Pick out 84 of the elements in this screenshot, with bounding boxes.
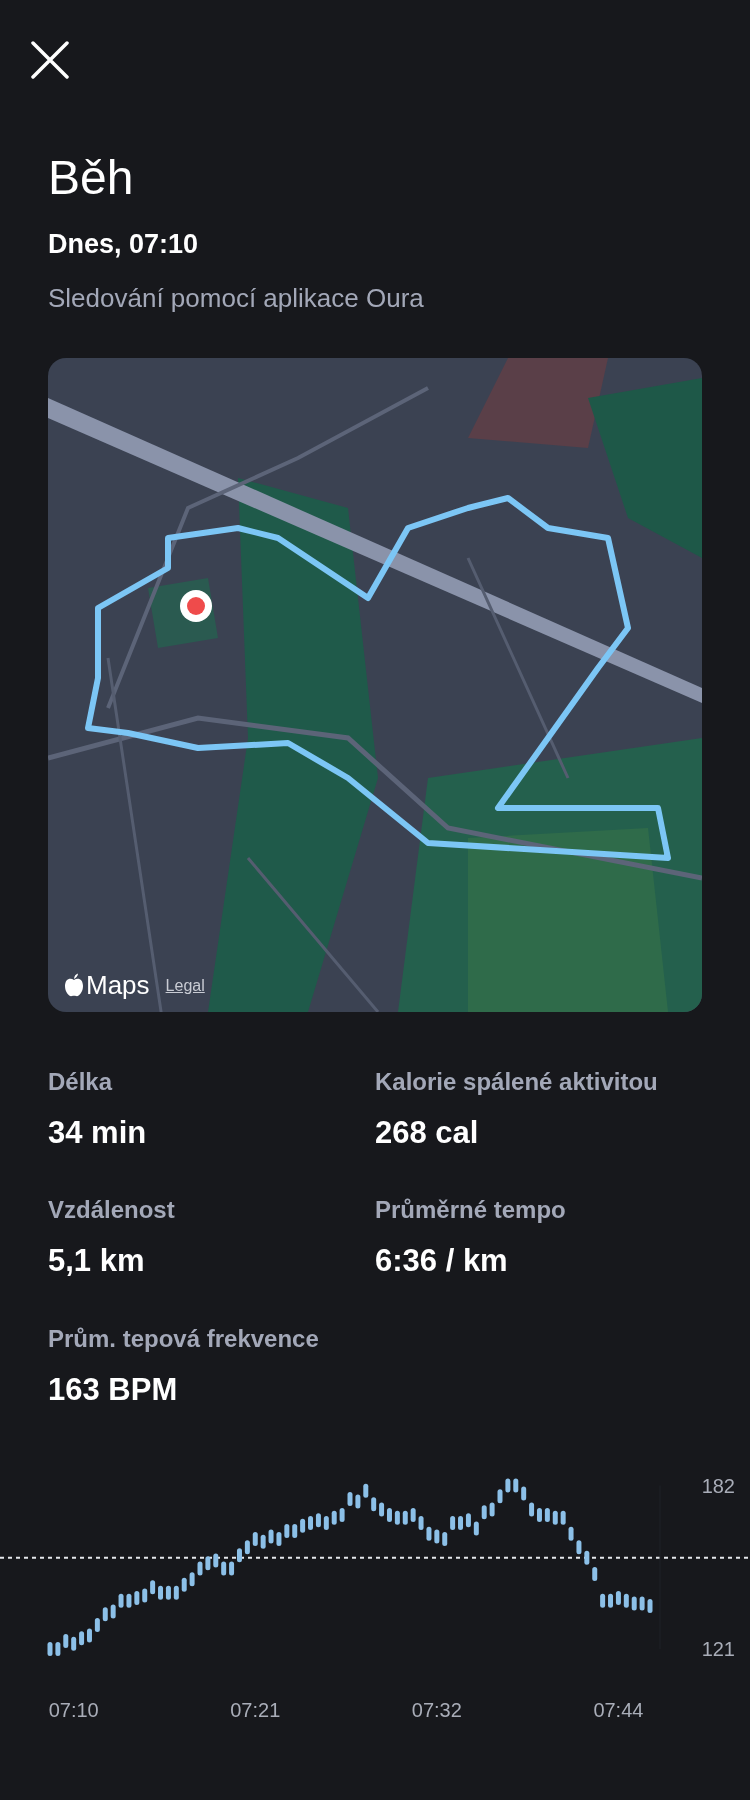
data-point: [647, 1599, 653, 1614]
data-point: [363, 1483, 369, 1498]
data-point: [497, 1489, 503, 1504]
data-point: [418, 1516, 424, 1530]
stat-value: 6:36 / km: [375, 1242, 509, 1280]
data-point: [631, 1596, 637, 1611]
stat-label: Vzdálenost: [48, 1195, 176, 1225]
data-point: [213, 1553, 219, 1568]
data-point: [371, 1497, 377, 1512]
data-point: [260, 1534, 266, 1549]
data-point: [102, 1607, 108, 1622]
data-point: [339, 1508, 345, 1522]
data-point: [402, 1510, 408, 1525]
data-point: [442, 1532, 448, 1547]
stat-label: Délka: [48, 1066, 114, 1097]
data-point: [623, 1593, 629, 1608]
data-point: [197, 1561, 203, 1576]
data-point: [110, 1604, 116, 1619]
data-point: [134, 1591, 140, 1606]
data-point: [126, 1593, 132, 1608]
data-point: [450, 1516, 456, 1530]
axis-label: 07:21: [230, 1699, 281, 1721]
close-icon: [31, 41, 69, 79]
data-point: [568, 1526, 574, 1541]
axis-label: 07:44: [593, 1699, 644, 1721]
maps-brand: Maps: [86, 971, 150, 998]
data-point: [71, 1636, 77, 1651]
data-point: [521, 1486, 527, 1501]
data-point: [544, 1508, 550, 1522]
data-point: [252, 1532, 258, 1547]
data-point: [584, 1550, 590, 1565]
data-point: [394, 1510, 400, 1525]
stat-value: 5,1 km: [48, 1242, 146, 1280]
data-point: [284, 1524, 290, 1539]
data-point: [276, 1532, 282, 1547]
data-point: [489, 1502, 495, 1517]
data-point: [173, 1585, 179, 1600]
data-point: [63, 1633, 69, 1648]
data-point: [150, 1580, 156, 1595]
data-point: [118, 1593, 124, 1608]
tracking-source: Sledování pomocí aplikace Oura: [48, 281, 425, 315]
data-point: [189, 1572, 195, 1587]
data-point: [205, 1556, 211, 1571]
data-point: [600, 1593, 606, 1608]
data-point: [505, 1478, 511, 1493]
stat-value: 163 BPM: [48, 1370, 179, 1409]
data-point: [331, 1510, 337, 1525]
data-point: [181, 1577, 187, 1592]
data-point: [292, 1524, 298, 1539]
axis-label: 07:10: [48, 1699, 99, 1721]
data-point: [244, 1540, 250, 1555]
stat-label: Průměrné tempo: [375, 1195, 567, 1225]
data-point: [94, 1617, 100, 1632]
data-point: [592, 1566, 598, 1581]
stat-label: Kalorie spálené aktivitou: [375, 1066, 659, 1097]
data-point: [639, 1596, 645, 1611]
axis-label: 121: [701, 1638, 735, 1660]
data-point: [560, 1510, 566, 1525]
data-point: [481, 1505, 487, 1520]
axis-label: 07:32: [411, 1699, 462, 1721]
stat-label: Prům. tepová frekvence: [48, 1323, 320, 1354]
data-point: [323, 1516, 329, 1530]
stat-value: 268 cal: [375, 1113, 480, 1152]
apple-icon: [64, 972, 84, 997]
activity-title: Běh: [48, 150, 135, 206]
data-point: [142, 1588, 148, 1603]
data-point: [576, 1540, 582, 1555]
data-point: [434, 1529, 440, 1544]
data-point: [410, 1508, 416, 1522]
legal-link[interactable]: Legal: [165, 973, 205, 998]
data-point: [47, 1642, 53, 1656]
axis-label: 182: [701, 1474, 735, 1497]
data-point: [552, 1510, 558, 1525]
data-point: [426, 1526, 432, 1541]
data-point: [55, 1642, 61, 1656]
data-point: [347, 1491, 353, 1506]
data-point: [300, 1518, 306, 1533]
data-point: [221, 1561, 227, 1576]
data-point: [473, 1521, 479, 1536]
data-point: [513, 1478, 519, 1493]
data-point: [268, 1529, 274, 1544]
data-point: [355, 1494, 361, 1509]
stat-value: 34 min: [48, 1113, 148, 1152]
activity-date: Dnes, 07:10: [48, 228, 200, 261]
